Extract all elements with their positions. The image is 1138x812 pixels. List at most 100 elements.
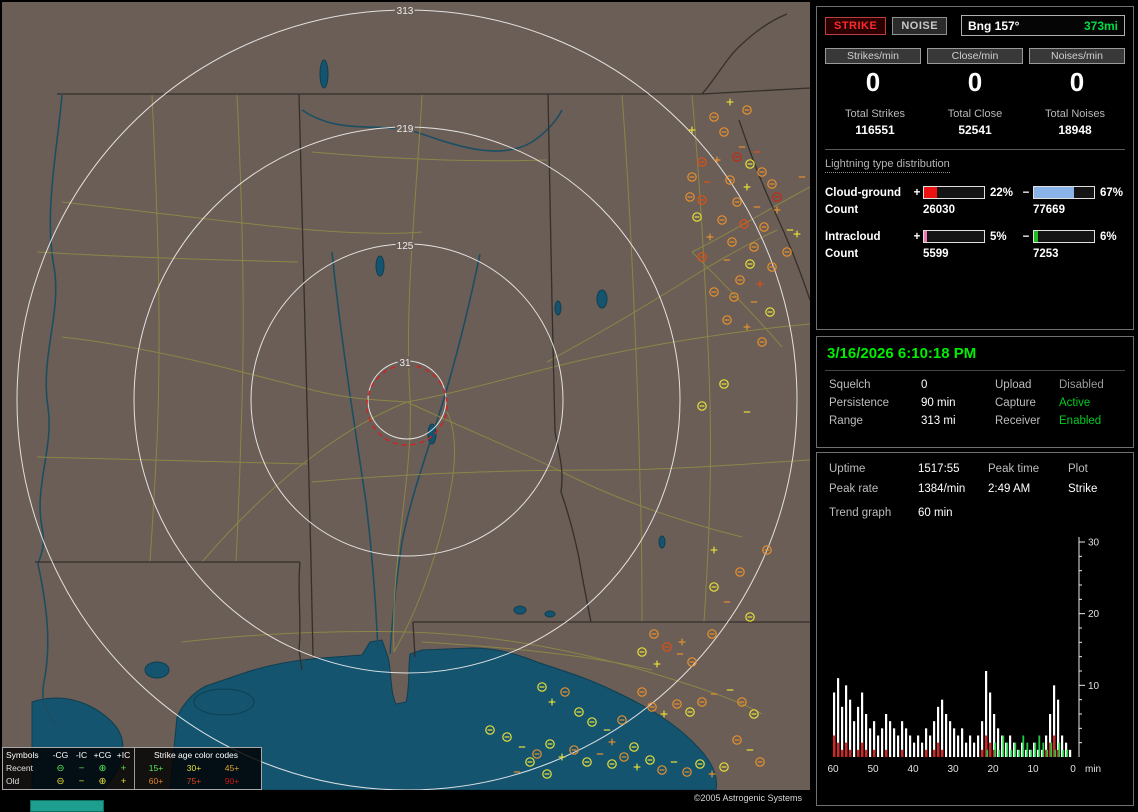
- upload-value: Disabled: [1059, 379, 1125, 391]
- svg-text:20: 20: [987, 764, 999, 775]
- settings-table: Squelch 0 Upload Disabled Persistence 90…: [825, 379, 1125, 427]
- svg-text:10: 10: [1088, 681, 1100, 692]
- legend-symbols-title: Symbols: [6, 749, 50, 762]
- circle-minus-icon: ⊖: [50, 775, 71, 788]
- range-value: 313 mi: [921, 415, 995, 427]
- receiver-value: Enabled: [1059, 415, 1125, 427]
- total-close: Total Close 52541: [925, 108, 1025, 137]
- svg-text:20: 20: [1088, 609, 1100, 620]
- receiver-label: Receiver: [995, 415, 1059, 427]
- ic-positive-pct: 5%: [985, 231, 1019, 243]
- ic-negative-bar: [1033, 230, 1095, 243]
- age-code-90: 90+: [213, 775, 251, 788]
- map-legend: Symbols -CG -IC +CG +IC Recent ⊖ − ⊕ + O…: [2, 747, 262, 790]
- peak-time-value: 2:49 AM: [988, 483, 1068, 495]
- bearing-value: Bng 157°: [968, 19, 1019, 33]
- plus-icon: +: [113, 762, 134, 775]
- status-indicator[interactable]: [30, 800, 104, 812]
- svg-text:30: 30: [1088, 538, 1100, 549]
- trend-graph-value: 60 min: [918, 507, 1125, 519]
- strikes-per-min-counter: Strikes/min 0: [825, 48, 921, 98]
- ring-label-125: 125: [397, 241, 414, 252]
- legend-row-old-label: Old: [6, 775, 50, 788]
- trend-graph-label: Trend graph: [829, 507, 918, 519]
- svg-text:10: 10: [1027, 764, 1039, 775]
- plot-value: Strike: [1068, 483, 1125, 495]
- ring-label-31: 31: [399, 358, 411, 369]
- ring-label-313: 313: [397, 6, 414, 17]
- legend-row-recent-label: Recent: [6, 762, 50, 775]
- total-strikes: Total Strikes 116551: [825, 108, 925, 137]
- minus-icon: −: [71, 762, 92, 775]
- cg-negative-count: 77669: [1033, 204, 1095, 216]
- datetime-display: 3/16/2026 6:10:18 PM: [825, 343, 1125, 371]
- cloud-ground-row: Cloud-ground + 22% − 67%: [825, 186, 1125, 199]
- intracloud-row: Intracloud + 5% − 6%: [825, 230, 1125, 243]
- circle-plus-icon: ⊕: [92, 762, 113, 775]
- legend-col-neg-cg: -CG: [50, 749, 71, 762]
- svg-text:60: 60: [827, 764, 839, 775]
- plus-icon: +: [113, 775, 134, 788]
- ic-negative-pct: 6%: [1095, 231, 1125, 243]
- counters-section: STRIKE NOISE Bng 157° 373mi Strikes/min …: [816, 6, 1134, 330]
- distribution-heading: Lightning type distribution: [825, 158, 950, 173]
- cg-negative-bar: [1033, 186, 1095, 199]
- plus-sign: +: [911, 231, 923, 243]
- bearing-range: 373mi: [1084, 19, 1118, 33]
- uptime-value: 1517:55: [918, 463, 988, 475]
- svg-text:50: 50: [867, 764, 879, 775]
- persistence-label: Persistence: [829, 397, 921, 409]
- ic-positive-bar: [923, 230, 985, 243]
- minus-sign: −: [1019, 231, 1033, 243]
- squelch-value: 0: [921, 379, 995, 391]
- close-per-min-value: 0: [927, 67, 1023, 98]
- peak-rate-value: 1384/min: [918, 483, 988, 495]
- minus-sign: −: [1019, 187, 1033, 199]
- divider: [825, 149, 1125, 150]
- svg-text:0: 0: [1070, 764, 1076, 775]
- cg-positive-pct: 22%: [985, 187, 1019, 199]
- range-label: Range: [829, 415, 921, 427]
- cg-positive-bar: [923, 186, 985, 199]
- age-code-15: 15+: [137, 762, 175, 775]
- age-code-75: 75+: [175, 775, 213, 788]
- noises-per-min-counter: Noises/min 0: [1029, 48, 1125, 98]
- trend-graph-setting: Trend graph 60 min: [825, 507, 1125, 519]
- ring-label-219: 219: [397, 124, 414, 135]
- cloud-ground-count-row: Count 26030 77669: [825, 204, 1125, 216]
- close-per-min-counter: Close/min 0: [927, 48, 1023, 98]
- cg-negative-pct: 67%: [1095, 187, 1125, 199]
- copyright-text: ©2005 Astrogenic Systems: [694, 793, 802, 803]
- strikes-per-min-value: 0: [825, 67, 921, 98]
- bottom-bar: ©2005 Astrogenic Systems: [2, 792, 810, 810]
- map-background: [2, 2, 810, 790]
- squelch-label: Squelch: [829, 379, 921, 391]
- total-noises: Total Noises 18948: [1025, 108, 1125, 137]
- uptime-label: Uptime: [829, 463, 918, 475]
- legend-col-pos-ic: +IC: [113, 749, 134, 762]
- circle-minus-icon: ⊖: [50, 762, 71, 775]
- age-code-60: 60+: [137, 775, 175, 788]
- map-canvas: 313 219 125 31: [2, 2, 810, 790]
- peak-time-label: Peak time: [988, 463, 1068, 475]
- status-section: 3/16/2026 6:10:18 PM Squelch 0 Upload Di…: [816, 336, 1134, 448]
- legend-col-pos-cg: +CG: [92, 749, 113, 762]
- stats-table: Uptime 1517:55 Peak time Plot Peak rate …: [825, 463, 1125, 495]
- persistence-value: 90 min: [921, 397, 995, 409]
- lightning-map[interactable]: 313 219 125 31 Symbols -CG -IC +CG +IC R…: [2, 2, 810, 790]
- cg-positive-count: 26030: [923, 204, 985, 216]
- peak-rate-label: Peak rate: [829, 483, 918, 495]
- legend-age-title: Strike age color codes: [137, 749, 255, 762]
- capture-value: Active: [1059, 397, 1125, 409]
- trend-graph-chart: 1020306050403020100min: [825, 529, 1115, 779]
- stats-section: Uptime 1517:55 Peak time Plot Peak rate …: [816, 452, 1134, 806]
- ic-negative-count: 7253: [1033, 248, 1095, 260]
- minus-icon: −: [71, 775, 92, 788]
- control-panel: STRIKE NOISE Bng 157° 373mi Strikes/min …: [814, 0, 1138, 812]
- plot-label: Plot: [1068, 463, 1125, 475]
- strike-button[interactable]: STRIKE: [825, 17, 886, 35]
- upload-label: Upload: [995, 379, 1059, 391]
- noise-button[interactable]: NOISE: [892, 17, 947, 35]
- bearing-box: Bng 157° 373mi: [961, 15, 1125, 36]
- age-code-30: 30+: [175, 762, 213, 775]
